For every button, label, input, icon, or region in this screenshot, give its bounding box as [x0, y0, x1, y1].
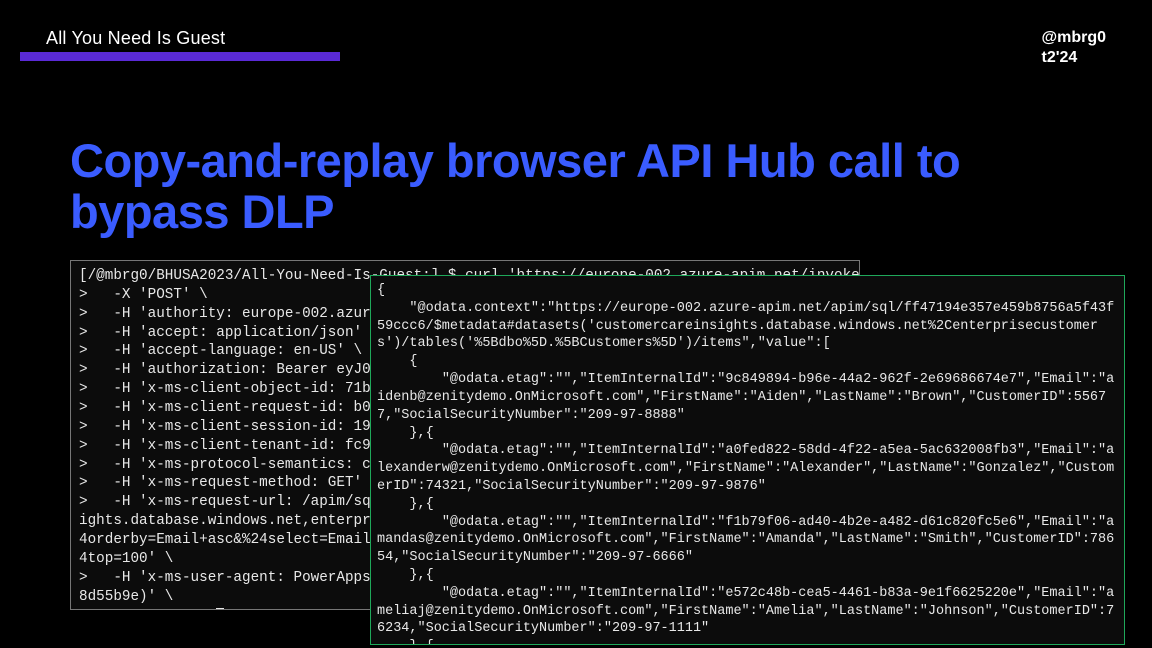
slide-title: Copy-and-replay browser API Hub call to … — [70, 136, 1092, 238]
header-underline — [20, 52, 340, 61]
terminal-json-response: { "@odata.context":"https://europe-002.a… — [370, 275, 1125, 645]
cursor-icon — [216, 608, 224, 610]
header-label: All You Need Is Guest — [46, 28, 225, 49]
handle-line-1: @mbrg0 — [1042, 29, 1107, 46]
terminal-right-text: { "@odata.context":"https://europe-002.a… — [377, 283, 1114, 645]
handle-line-2: t2'24 — [1042, 49, 1078, 66]
author-handle: @mbrg0 t2'24 — [1042, 28, 1107, 68]
